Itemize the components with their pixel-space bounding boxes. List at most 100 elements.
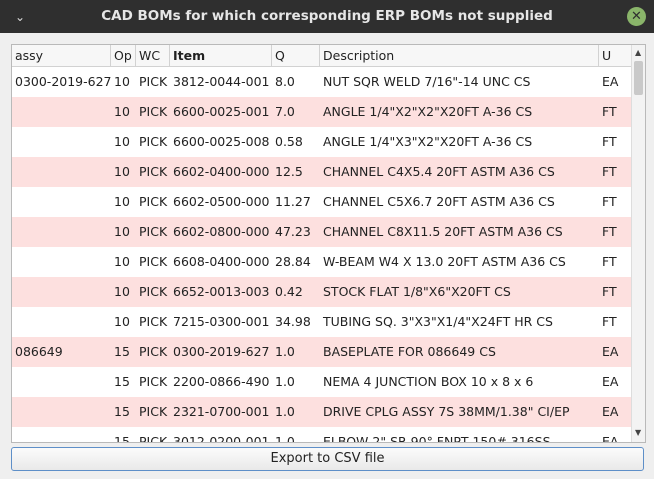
cell-op: 15 [114, 374, 130, 389]
scroll-up-icon[interactable]: ▲ [635, 48, 641, 57]
cell-wc: PICK [139, 434, 168, 442]
cell-description: ANGLE 1/4"X3"X2"X20FT A-36 CS [323, 134, 533, 149]
cell-wc: PICK [139, 164, 168, 179]
cell-item: 6608-0400-000 [173, 254, 270, 269]
cell-wc: PICK [139, 74, 168, 89]
cell-assy [12, 217, 111, 247]
cell-u: FT [602, 194, 617, 209]
cell-item: 6600-0025-001 [173, 104, 270, 119]
cell-q: 8.0 [275, 74, 295, 89]
cell-u: EA [602, 434, 619, 442]
cell-q: 0.42 [275, 284, 303, 299]
cell-item: 6602-0800-000 [173, 224, 270, 239]
cell-op: 10 [114, 284, 130, 299]
vertical-scrollbar[interactable]: ▲ ▼ [631, 45, 645, 442]
cell-op: 15 [114, 404, 130, 419]
table-row[interactable]: 10 PICK 6600-0025-001 7.0 ANGLE 1/4"X2"X2"X2… [12, 97, 632, 127]
cell-u: FT [602, 164, 617, 179]
cell-description: CHANNEL C8X11.5 20FT ASTM A36 CS [323, 224, 563, 239]
cell-assy [12, 307, 111, 337]
cell-q: 47.23 [275, 224, 311, 239]
cell-wc: PICK [139, 104, 168, 119]
title-bar: ⌄ CAD BOMs for which corresponding ERP B… [0, 0, 654, 33]
export-csv-button[interactable]: Export to CSV file [11, 447, 644, 471]
cell-item: 0300-2019-627 [173, 344, 270, 359]
close-icon[interactable]: ✕ [627, 7, 646, 26]
cell-wc: PICK [139, 254, 168, 269]
column-header-wc[interactable]: WC [136, 45, 170, 66]
table-row[interactable]: 10 PICK 6602-0400-000 12.5 CHANNEL C4X5.4 20… [12, 157, 632, 187]
cell-item: 6652-0013-003 [173, 284, 270, 299]
cell-u: FT [602, 134, 617, 149]
column-header-item[interactable]: Item [170, 45, 272, 66]
cell-description: CHANNEL C4X5.4 20FT ASTM A36 CS [323, 164, 555, 179]
cell-item: 3812-0044-001 [173, 74, 270, 89]
table-body: 0300-2019-627 10 PICK 3812-0044-001 8.0 NUT S… [12, 67, 632, 442]
table-row[interactable]: 15 PICK 3012-0200-001 1.0 ELBOW 2" SR 90° FN… [12, 427, 632, 442]
cell-description: NEMA 4 JUNCTION BOX 10 x 8 x 6 [323, 374, 534, 389]
cell-op: 10 [114, 224, 130, 239]
table-row[interactable]: 10 PICK 6600-0025-008 0.58 ANGLE 1/4"X3"X2"X… [12, 127, 632, 157]
cell-item: 2321-0700-001 [173, 404, 270, 419]
cell-wc: PICK [139, 374, 168, 389]
cell-q: 11.27 [275, 194, 311, 209]
cell-op: 10 [114, 74, 130, 89]
table-row[interactable]: 10 PICK 6602-0500-000 11.27 CHANNEL C5X6.7 2… [12, 187, 632, 217]
cell-q: 0.58 [275, 134, 303, 149]
cell-wc: PICK [139, 134, 168, 149]
cell-description: NUT SQR WELD 7/16"-14 UNC CS [323, 74, 531, 89]
scroll-down-icon[interactable]: ▼ [635, 428, 641, 437]
cell-assy [12, 397, 111, 427]
cell-op: 15 [114, 434, 130, 442]
cell-u: FT [602, 104, 617, 119]
cell-op: 10 [114, 164, 130, 179]
cell-description: BASEPLATE FOR 086649 CS [323, 344, 496, 359]
cell-q: 28.84 [275, 254, 311, 269]
cell-assy: 0300-2019-627 [15, 74, 111, 89]
cell-op: 10 [114, 314, 130, 329]
cell-q: 1.0 [275, 434, 295, 442]
cell-wc: PICK [139, 224, 168, 239]
column-header-q[interactable]: Q [272, 45, 320, 66]
table-row[interactable]: 15 PICK 2200-0866-490 1.0 NEMA 4 JUNCTION BO… [12, 367, 632, 397]
table-row[interactable]: 10 PICK 7215-0300-001 34.98 TUBING SQ. 3"X3"… [12, 307, 632, 337]
cell-assy [12, 247, 111, 277]
bom-table: assy Op WC Item Q Description U 0300-201… [11, 44, 646, 443]
column-header-assy[interactable]: assy [12, 45, 111, 66]
table-header: assy Op WC Item Q Description U [12, 45, 632, 67]
column-header-u[interactable]: U [599, 45, 632, 66]
cell-q: 1.0 [275, 404, 295, 419]
cell-op: 10 [114, 134, 130, 149]
cell-u: EA [602, 404, 619, 419]
cell-item: 3012-0200-001 [173, 434, 270, 442]
table-row[interactable]: 086649 15 PICK 0300-2019-627 1.0 BASEPLATE FO… [12, 337, 632, 367]
scrollbar-thumb[interactable] [634, 61, 643, 95]
cell-description: TUBING SQ. 3"X3"X1/4"X24FT HR CS [323, 314, 553, 329]
cell-item: 7215-0300-001 [173, 314, 270, 329]
cell-wc: PICK [139, 284, 168, 299]
cell-op: 15 [114, 344, 130, 359]
window-title: CAD BOMs for which corresponding ERP BOM… [101, 8, 553, 24]
cell-q: 34.98 [275, 314, 311, 329]
cell-u: FT [602, 314, 617, 329]
table-row[interactable]: 10 PICK 6602-0800-000 47.23 CHANNEL C8X11.5 … [12, 217, 632, 247]
cell-description: DRIVE CPLG ASSY 7S 38MM/1.38" CI/EP [323, 404, 570, 419]
cell-q: 1.0 [275, 374, 295, 389]
table-row[interactable]: 10 PICK 6652-0013-003 0.42 STOCK FLAT 1/8"X6… [12, 277, 632, 307]
table-row[interactable]: 15 PICK 2321-0700-001 1.0 DRIVE CPLG ASSY 7S… [12, 397, 632, 427]
cell-assy [12, 127, 111, 157]
cell-item: 6602-0400-000 [173, 164, 270, 179]
column-header-op[interactable]: Op [111, 45, 136, 66]
column-header-description[interactable]: Description [320, 45, 599, 66]
cell-assy [12, 187, 111, 217]
cell-assy [12, 277, 111, 307]
cell-assy: 086649 [15, 344, 63, 359]
table-row[interactable]: 0300-2019-627 10 PICK 3812-0044-001 8.0 NUT S… [12, 67, 632, 97]
cell-u: EA [602, 74, 619, 89]
table-row[interactable]: 10 PICK 6608-0400-000 28.84 W-BEAM W4 X 13.0… [12, 247, 632, 277]
cell-wc: PICK [139, 194, 168, 209]
cell-q: 7.0 [275, 104, 295, 119]
cell-item: 6602-0500-000 [173, 194, 270, 209]
cell-description: CHANNEL C5X6.7 20FT ASTM A36 CS [323, 194, 555, 209]
cell-description: STOCK FLAT 1/8"X6"X20FT CS [323, 284, 511, 299]
